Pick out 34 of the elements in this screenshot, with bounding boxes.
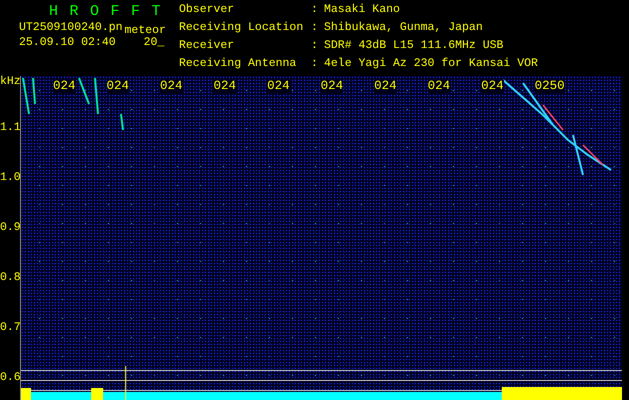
axis-label: 1.1 [0,122,21,134]
field-label: Receiving Location [179,22,304,36]
axis-label: 1.0 [0,172,21,184]
field-colon: : [311,40,319,54]
time-label: 024 [481,80,504,92]
field-value: 4ele Yagi Az 230 for Kansai VOR [324,58,538,72]
axis-label: 0.9 [0,222,21,234]
time-label: 024 [214,80,236,92]
field-label: Receiving Antenna [179,58,298,72]
time-label: 024 [374,80,397,92]
axis-label: 0.8 [0,272,21,284]
program-title: HROFFT [48,2,174,22]
field-colon: : [311,58,319,72]
field-colon: : [311,4,319,18]
field-value: Shibukawa, Gunma, Japan [324,22,484,36]
time-label: 024 [160,80,183,92]
axis-label: 0.7 [0,322,21,334]
date-time: 25.09.10 02:40 [19,37,116,50]
setting-value: 20_ [144,37,164,50]
time-label: 024 [267,80,290,92]
axis-unit: kHz [0,76,21,88]
time-label: 024 [53,80,76,92]
field-label: Receiver [179,40,236,54]
field-value: Masaki Kano [324,4,401,18]
file-name: UT2509100240.pn [19,22,123,34]
time-label: 024 [428,80,450,92]
field-value: SDR# 43dB L15 111.6MHz USB [324,40,504,54]
field-colon: : [311,22,319,36]
field-label: Observer [179,4,236,18]
time-label: 0250 [534,80,565,92]
mode-label: meteor [124,25,166,37]
time-label: 024 [106,80,130,92]
axis-label: 0.6 [0,372,21,384]
time-label: 024 [320,80,344,92]
